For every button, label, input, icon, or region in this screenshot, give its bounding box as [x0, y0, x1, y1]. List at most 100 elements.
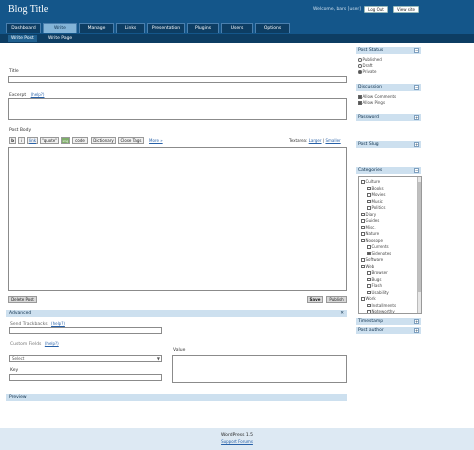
subtab-write-page[interactable]: Write Page: [45, 35, 75, 42]
category-item[interactable]: Flash: [367, 283, 382, 288]
status-draft-radio[interactable]: Draft: [358, 63, 373, 68]
checkbox-icon[interactable]: [367, 193, 371, 197]
checkbox-icon[interactable]: [361, 264, 365, 269]
post-status-header[interactable]: Post Status −: [356, 47, 421, 54]
allow-pings-checkbox[interactable]: Allow Pings: [358, 100, 385, 105]
more-link[interactable]: More »: [149, 138, 163, 143]
dictionary-button[interactable]: Dictionary: [91, 137, 116, 144]
minus-icon[interactable]: −: [414, 85, 419, 90]
plus-icon[interactable]: +: [414, 328, 419, 333]
category-item[interactable]: Sidenotes: [367, 251, 391, 256]
checkbox-icon[interactable]: [367, 290, 371, 295]
checkbox-icon[interactable]: [367, 277, 371, 282]
tab-plugins[interactable]: Plugins: [187, 23, 219, 33]
subtab-write-post[interactable]: Write Post: [8, 35, 37, 42]
category-item[interactable]: Nature: [361, 231, 379, 236]
category-item[interactable]: Software: [361, 257, 383, 262]
blog-title[interactable]: Blog Title: [8, 4, 48, 15]
post-author-header[interactable]: Post author +: [356, 327, 421, 334]
minus-icon[interactable]: −: [414, 48, 419, 53]
checkbox-icon[interactable]: [367, 245, 371, 249]
image-button[interactable]: img: [61, 137, 70, 144]
italic-button[interactable]: i: [18, 137, 25, 144]
status-private-radio[interactable]: Private: [358, 69, 376, 74]
categories-list[interactable]: Culture Books Movies Music Politics Diary Guid…: [358, 176, 422, 314]
close-tags-button[interactable]: Close Tags: [118, 137, 144, 144]
category-item[interactable]: Movies: [367, 192, 385, 197]
title-input[interactable]: [8, 76, 347, 83]
category-item[interactable]: Culture: [361, 179, 380, 184]
tab-dashboard[interactable]: Dashboard: [6, 23, 41, 33]
category-item[interactable]: Noteworthy: [367, 309, 395, 313]
tab-write[interactable]: Write: [43, 23, 77, 33]
preview-header[interactable]: Preview: [6, 394, 347, 401]
checkbox-icon[interactable]: [361, 180, 365, 184]
category-item[interactable]: Installments: [367, 303, 396, 308]
view-site-button[interactable]: View site: [393, 6, 419, 13]
status-published-radio[interactable]: Published: [358, 57, 382, 62]
checkbox-checked-icon[interactable]: [367, 251, 371, 256]
checkbox-icon[interactable]: [361, 258, 365, 262]
plus-icon[interactable]: +: [414, 115, 419, 120]
category-item[interactable]: Books: [367, 186, 384, 191]
tab-links[interactable]: Links: [116, 23, 145, 33]
checkbox-icon[interactable]: [361, 297, 365, 301]
tab-users[interactable]: Users: [221, 23, 253, 33]
checkbox-icon[interactable]: [361, 219, 365, 223]
password-header[interactable]: Password +: [356, 114, 421, 121]
checkbox-icon[interactable]: [361, 225, 365, 230]
advanced-header[interactable]: Advanced ✕: [6, 310, 347, 317]
checkbox-icon[interactable]: [361, 212, 365, 217]
support-forums-link[interactable]: Support Forums: [0, 439, 474, 444]
plus-icon[interactable]: +: [414, 319, 419, 324]
checkbox-icon[interactable]: [361, 232, 365, 236]
excerpt-help-link[interactable]: (help?): [31, 92, 45, 97]
checkbox-icon[interactable]: [367, 303, 371, 308]
allow-comments-checkbox[interactable]: Allow Comments: [358, 94, 396, 99]
categories-header[interactable]: Categories −: [356, 167, 421, 174]
categories-scrollbar[interactable]: [417, 177, 421, 313]
category-item[interactable]: Web: [361, 264, 374, 269]
checkbox-icon[interactable]: [367, 186, 371, 191]
publish-button[interactable]: Publish: [326, 296, 347, 303]
checkbox-icon[interactable]: [361, 238, 365, 243]
close-icon[interactable]: ✕: [340, 310, 344, 317]
value-textarea[interactable]: [172, 355, 347, 383]
trackbacks-input[interactable]: [9, 327, 162, 334]
discussion-header[interactable]: Discussion −: [356, 84, 421, 91]
post-body-textarea[interactable]: [8, 147, 347, 291]
quote-button[interactable]: "quote": [40, 137, 59, 144]
category-item[interactable]: Usability: [367, 290, 389, 295]
custom-fields-help-link[interactable]: (help?): [45, 341, 59, 346]
category-item[interactable]: Noosope: [361, 238, 383, 243]
category-item[interactable]: Diary: [361, 212, 376, 217]
post-slug-header[interactable]: Post Slug +: [356, 141, 421, 148]
plus-icon[interactable]: +: [414, 142, 419, 147]
category-item[interactable]: Music: [367, 199, 383, 204]
category-item[interactable]: Currents: [367, 244, 389, 249]
custom-field-select[interactable]: Select ▼: [9, 355, 162, 362]
category-item[interactable]: Guides: [361, 218, 379, 223]
trackbacks-help-link[interactable]: (help?): [51, 321, 65, 326]
checkbox-icon[interactable]: [367, 199, 371, 204]
timestamp-header[interactable]: Timestamp +: [356, 318, 421, 325]
save-button[interactable]: Save: [307, 296, 323, 303]
smaller-link[interactable]: Smaller: [325, 138, 340, 143]
checkbox-icon[interactable]: [367, 284, 371, 288]
link-button[interactable]: link: [27, 137, 38, 144]
tab-manage[interactable]: Manage: [79, 23, 114, 33]
minus-icon[interactable]: −: [414, 168, 419, 173]
checkbox-icon[interactable]: [367, 310, 371, 313]
checkbox-icon[interactable]: [367, 271, 371, 275]
key-input[interactable]: [9, 374, 162, 381]
category-item[interactable]: Misc.: [361, 225, 376, 230]
logout-button[interactable]: Log Out: [364, 6, 388, 13]
category-item[interactable]: Politics: [367, 205, 385, 210]
larger-link[interactable]: Larger: [309, 138, 322, 143]
bold-button[interactable]: b: [9, 137, 16, 144]
delete-post-button[interactable]: Delete Post: [8, 296, 37, 303]
checkbox-icon[interactable]: [367, 206, 371, 210]
category-item[interactable]: Browser: [367, 270, 388, 275]
excerpt-textarea[interactable]: [8, 98, 347, 120]
category-item[interactable]: Bugs: [367, 277, 381, 282]
